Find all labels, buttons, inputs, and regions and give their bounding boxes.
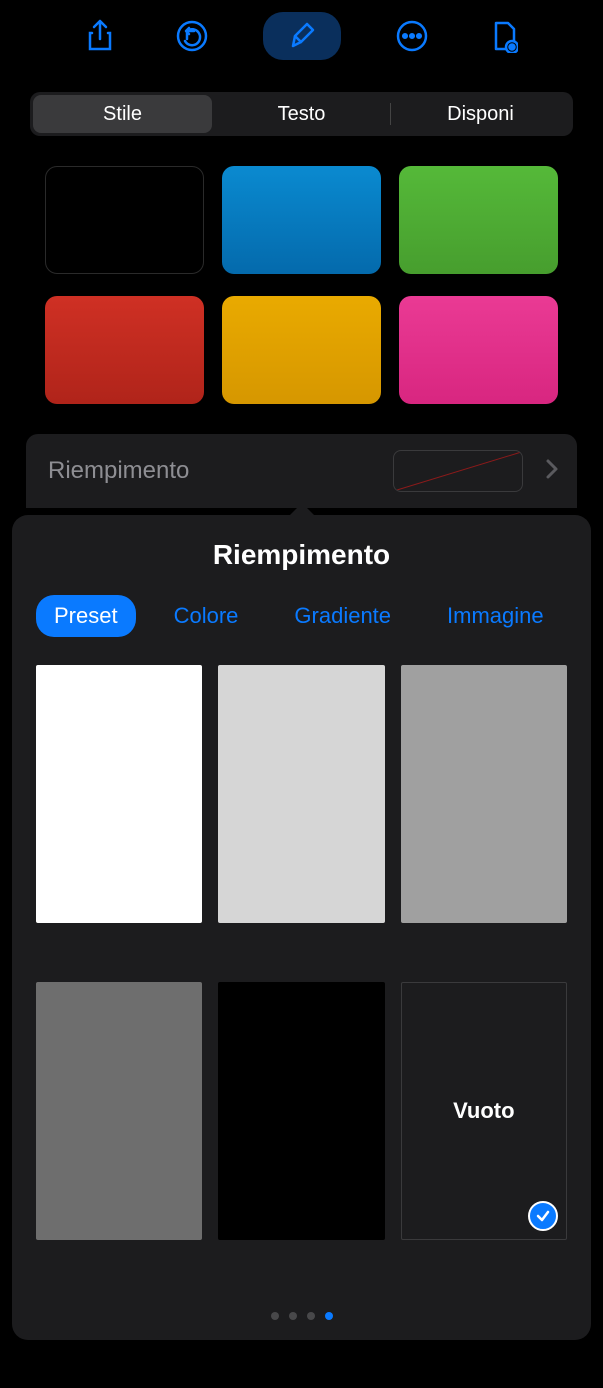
fill-popup: Riempimento Preset Colore Gradiente Imma… (12, 515, 591, 1340)
segmented-control-wrap: Stile Testo Disponi (0, 72, 603, 136)
segmented-control: Stile Testo Disponi (30, 92, 573, 136)
preset-lightgray[interactable] (218, 665, 384, 923)
page-dot[interactable] (271, 1312, 279, 1320)
color-swatch-green[interactable] (399, 166, 558, 274)
tab-image[interactable]: Immagine (429, 595, 562, 637)
more-icon[interactable] (391, 15, 433, 57)
popup-title: Riempimento (12, 539, 591, 571)
color-swatch-yellow[interactable] (222, 296, 381, 404)
tab-color[interactable]: Colore (156, 595, 257, 637)
preset-black[interactable] (218, 982, 384, 1240)
popup-arrow-icon (288, 503, 316, 517)
fill-row-label: Riempimento (48, 457, 189, 485)
color-swatch-pink[interactable] (399, 296, 558, 404)
color-swatch-blue[interactable] (222, 166, 381, 274)
undo-icon[interactable] (171, 15, 213, 57)
document-icon[interactable] (483, 15, 525, 57)
page-indicator (12, 1282, 591, 1340)
segment-arrange[interactable]: Disponi (391, 95, 570, 133)
page-dot[interactable] (289, 1312, 297, 1320)
chevron-right-icon (545, 458, 559, 485)
tab-preset[interactable]: Preset (36, 595, 136, 637)
share-icon[interactable] (79, 15, 121, 57)
preset-white[interactable] (36, 665, 202, 923)
color-swatch-black[interactable] (45, 166, 204, 274)
top-toolbar (0, 0, 603, 72)
preset-empty-label: Vuoto (453, 1098, 515, 1124)
preset-darkgray[interactable] (36, 982, 202, 1240)
preset-gray[interactable] (401, 665, 567, 923)
preset-empty[interactable]: Vuoto (401, 982, 567, 1240)
no-fill-line-icon (393, 450, 523, 492)
color-swatch-red[interactable] (45, 296, 204, 404)
fill-preview-swatch (393, 450, 523, 492)
fill-row[interactable]: Riempimento (26, 434, 577, 508)
checkmark-icon (528, 1201, 558, 1231)
popup-tabs: Preset Colore Gradiente Immagine (12, 595, 591, 637)
segment-text[interactable]: Testo (212, 95, 391, 133)
page-dot[interactable] (307, 1312, 315, 1320)
segment-style[interactable]: Stile (33, 95, 212, 133)
tab-gradient[interactable]: Gradiente (276, 595, 409, 637)
preset-grid: Vuoto (12, 665, 591, 1282)
page-dot-active[interactable] (325, 1312, 333, 1320)
format-brush-icon[interactable] (263, 12, 341, 60)
style-color-grid (0, 136, 603, 424)
